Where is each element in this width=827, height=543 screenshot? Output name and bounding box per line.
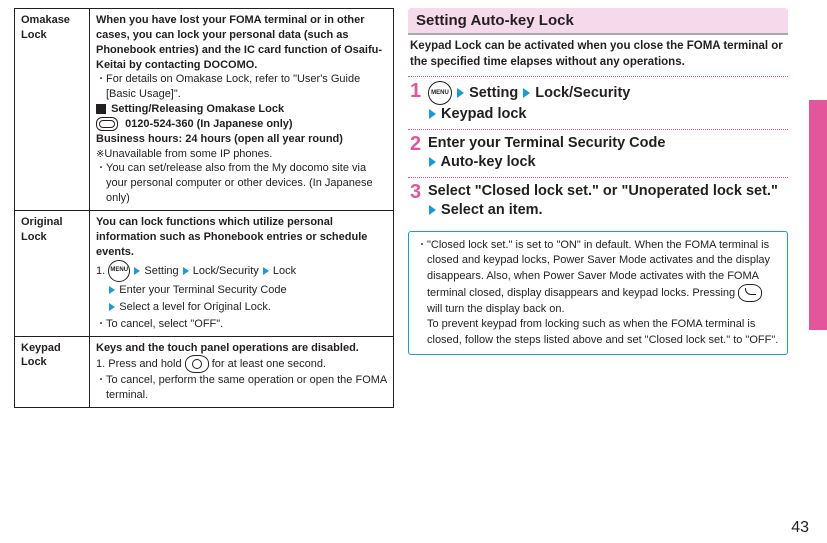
page-number: 43 [791, 519, 809, 537]
dotted-divider [408, 177, 788, 178]
row1-hours: Business hours: 24 hours (open all year … [96, 132, 387, 147]
bullet-dot: ･ [417, 238, 427, 348]
note-text: Unavailable from some IP phones. [104, 148, 272, 160]
table-row: Omakase Lock When you have lost your FOM… [15, 9, 394, 211]
bullet-dot: ･ [96, 72, 106, 102]
row3-bullet1: ･ To cancel, perform the same operation … [96, 373, 387, 403]
menu-icon: MENU [108, 260, 130, 282]
p5: Select a level for Original Lock. [119, 301, 271, 313]
arrow-icon [109, 286, 115, 294]
arrow-icon [109, 303, 115, 311]
return-key-icon [738, 284, 762, 302]
subhead-text: Setting/Releasing Omakase Lock [111, 103, 284, 115]
step-3: 3 Select "Closed lock set." or "Unoperat… [410, 182, 788, 221]
row2-desc: You can lock functions which utilize per… [90, 210, 394, 336]
dotted-divider [408, 129, 788, 130]
bullet-dot: ･ [96, 317, 106, 332]
row1-bullet1: ･ For details on Omakase Lock, refer to … [96, 72, 387, 102]
step3-body: Select "Closed lock set." or "Unoperated… [428, 182, 788, 221]
s1a: Setting [469, 85, 518, 101]
arrow-icon [183, 267, 189, 275]
s1a: 1. Press and hold [96, 358, 185, 370]
arrow-icon [457, 88, 464, 98]
section-title: Setting Auto-key Lock [408, 8, 788, 35]
section-lead: Keypad Lock can be activated when you cl… [408, 35, 788, 72]
bullet-dot: ･ [96, 373, 106, 403]
center-key-icon [185, 355, 209, 373]
arrow-icon [263, 267, 269, 275]
s2a: Enter your Terminal Security Code [428, 135, 665, 151]
p3: Lock [273, 264, 296, 276]
p2: Lock/Security [193, 264, 259, 276]
s2b: Auto-key lock [441, 154, 536, 170]
bullet-text: You can set/release also from the My doc… [106, 161, 387, 206]
p4: Enter your Terminal Security Code [119, 284, 286, 296]
step-number-3: 3 [410, 182, 428, 202]
step1-body: MENU Setting Lock/Security Keypad lock [428, 81, 630, 125]
callout-c: To prevent keypad from locking such as w… [427, 318, 778, 345]
right-column: Setting Auto-key Lock Keypad Lock can be… [408, 8, 788, 408]
table-row: Keypad Lock Keys and the touch panel ope… [15, 336, 394, 408]
s3a: Select "Closed lock set." or "Unoperated… [428, 183, 778, 199]
callout-box: ･ "Closed lock set." is set to "ON" in d… [408, 231, 788, 355]
row2-lead: You can lock functions which utilize per… [96, 215, 387, 260]
dotted-divider [408, 76, 788, 77]
row1-note: ※Unavailable from some IP phones. [96, 147, 387, 162]
row1-name: Omakase Lock [15, 9, 90, 211]
bullet-text: To cancel, select "OFF". [106, 317, 387, 332]
row3-step: 1. Press and hold for at least one secon… [96, 355, 387, 373]
row3-lead: Keys and the touch panel operations are … [96, 341, 387, 356]
step2-body: Enter your Terminal Security Code Auto-k… [428, 134, 665, 173]
row3-name: Keypad Lock [15, 336, 90, 408]
arrow-icon [429, 109, 436, 119]
bullet-text: For details on Omakase Lock, refer to "U… [106, 72, 387, 102]
callout-b: will turn the display back on. [427, 303, 565, 315]
arrow-icon [429, 157, 436, 167]
freecall-icon [96, 117, 118, 131]
lock-table: Omakase Lock When you have lost your FOM… [14, 8, 394, 408]
p1: Setting [144, 264, 178, 276]
s1b: for at least one second. [212, 358, 326, 370]
page-body: Omakase Lock When you have lost your FOM… [0, 0, 827, 408]
left-column: Omakase Lock When you have lost your FOM… [14, 8, 394, 408]
step-2: 2 Enter your Terminal Security Code Auto… [410, 134, 788, 173]
arrow-icon [134, 267, 140, 275]
row2-step: 1. MENU Setting Lock/Security Lock 1. En… [96, 260, 387, 317]
row2-bullet1: ･ To cancel, select "OFF". [96, 317, 387, 332]
menu-icon: MENU [428, 81, 452, 105]
row3-desc: Keys and the touch panel operations are … [90, 336, 394, 408]
row1-phone: 0120-524-360 (In Japanese only) [96, 117, 387, 132]
arrow-icon [523, 88, 530, 98]
row1-lead: When you have lost your FOMA terminal or… [96, 13, 387, 72]
row1-desc: When you have lost your FOMA terminal or… [90, 9, 394, 211]
callout-a: "Closed lock set." is set to "ON" in def… [427, 239, 770, 299]
bullet-text: To cancel, perform the same operation or… [106, 373, 387, 403]
row1-bullet2: ･ You can set/release also from the My d… [96, 161, 387, 206]
arrow-icon [429, 205, 436, 215]
phone-text: 0120-524-360 (In Japanese only) [125, 118, 293, 130]
s1c: Keypad lock [441, 106, 526, 122]
square-icon [96, 104, 106, 114]
table-row: Original Lock You can lock functions whi… [15, 210, 394, 336]
callout-bullet: ･ "Closed lock set." is set to "ON" in d… [417, 238, 779, 348]
row1-subhead: Setting/Releasing Omakase Lock [96, 102, 387, 117]
s3b: Select an item. [441, 202, 543, 218]
step-num: 1. [96, 264, 105, 276]
step-number-2: 2 [410, 134, 428, 154]
step-1: 1 MENU Setting Lock/Security Keypad lock [410, 81, 788, 125]
row2-name: Original Lock [15, 210, 90, 336]
callout-text: "Closed lock set." is set to "ON" in def… [427, 238, 779, 348]
s1b: Lock/Security [535, 85, 630, 101]
step-number-1: 1 [410, 81, 428, 101]
side-label: Basic Operation [809, 130, 824, 245]
bullet-dot: ･ [96, 161, 106, 206]
